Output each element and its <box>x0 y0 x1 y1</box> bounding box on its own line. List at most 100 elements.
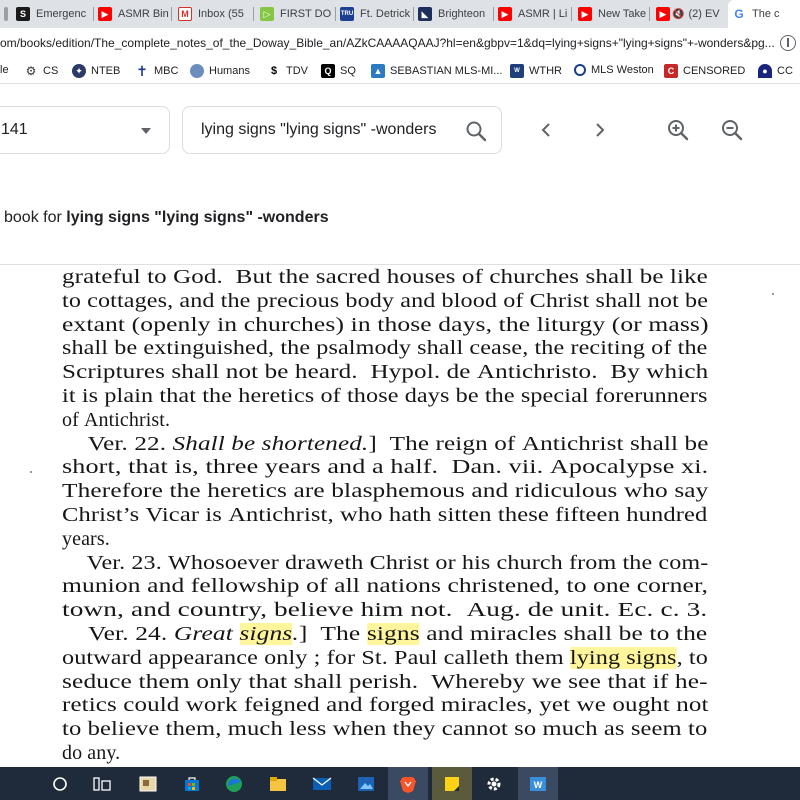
search-results-summary: book for lying signs "lying signs" -wond… <box>4 209 329 227</box>
bookmark-label: SEBASTIAN MLS-MI... <box>390 65 503 77</box>
taskbar-edge[interactable] <box>214 767 254 800</box>
tab-title: ASMR | Li <box>518 8 568 20</box>
browser-tab[interactable]: TRU Ft. Detrick <box>336 0 414 28</box>
bookmark-item[interactable]: $ TDV <box>267 64 308 78</box>
browser-tab[interactable]: ▷ FIRST DO <box>256 0 336 28</box>
task-view-icon <box>93 776 111 791</box>
scan-text-segment: Ver. 24. <box>62 623 174 645</box>
bookmark-item[interactable]: le <box>0 64 9 76</box>
store-icon <box>185 776 199 791</box>
bookmark-item[interactable]: MLS Weston <box>574 64 654 76</box>
s-logo-icon: S <box>16 7 30 21</box>
google-icon: G <box>732 7 746 21</box>
zoom-out-button[interactable] <box>716 114 748 146</box>
scan-text-segment: retics could work feigned and forged mir… <box>62 694 709 717</box>
taskbar-mail[interactable] <box>302 767 342 800</box>
taskbar-sticky-notes[interactable] <box>432 767 472 800</box>
chevron-right-icon <box>596 123 605 137</box>
bookmark-item[interactable]: ⚙ CS <box>24 64 59 78</box>
browser-tab[interactable]: ▶ ASMR Bin <box>94 0 172 28</box>
browser-tab[interactable] <box>0 0 10 28</box>
youtube-icon: ▶ <box>578 7 592 21</box>
search-query-text[interactable]: lying signs "lying signs" -wonders <box>201 121 467 139</box>
scan-text-line: extant (openly in churches) in those day… <box>62 313 709 337</box>
scan-text-segment: extant (openly in churches) in those day… <box>62 313 709 336</box>
tab-strip: S Emergenc ▶ ASMR Bin M Inbox (55 ▷ FIRS… <box>0 0 800 28</box>
scan-text-line: years. <box>62 527 110 551</box>
url-text[interactable]: om/books/edition/The_complete_notes_of_t… <box>0 36 780 50</box>
bookmark-item[interactable]: C CENSORED <box>664 64 745 78</box>
tab-edge-icon <box>4 7 8 21</box>
search-highlight: signs <box>239 623 293 645</box>
scan-text-segment: short, that is, three years and a half. … <box>62 456 709 479</box>
page-select[interactable]: 141 <box>0 106 170 154</box>
brave-icon <box>400 776 416 793</box>
scan-text-segment: to cottages, and the precious body and b… <box>62 289 709 312</box>
bookmark-label: MBC <box>154 65 179 77</box>
next-page-button[interactable] <box>584 114 616 146</box>
taskbar-store[interactable] <box>172 767 212 800</box>
bookmark-item[interactable]: ✝ MBC <box>135 63 179 79</box>
browser-tab[interactable]: ◣ Brighteon <box>414 0 494 28</box>
bookmark-label: CENSORED <box>683 65 746 77</box>
chevron-left-icon <box>541 123 550 137</box>
wthr-icon: W <box>510 64 524 78</box>
bookmark-item[interactable]: ✦ NTEB <box>72 64 120 78</box>
censored-icon: C <box>664 64 678 78</box>
results-prefix: book for <box>4 209 62 226</box>
browser-tab[interactable]: M Inbox (55 <box>174 0 254 28</box>
bookmark-label: MLS Weston <box>591 64 654 76</box>
taskbar-visual-studio[interactable]: W <box>518 767 558 800</box>
scan-text-segment: Great <box>173 623 240 645</box>
scan-text-line: outward appearance only ; for St. Paul c… <box>62 646 708 670</box>
scan-text-segment: outward appearance only ; for St. Paul c… <box>62 646 570 669</box>
scan-text-line: Christ’s Vicar is Antichrist, who hath s… <box>62 503 707 527</box>
scan-speck <box>30 471 32 473</box>
scan-text-line: Scriptures shall not be heard. Hypol. de… <box>62 360 708 384</box>
bookmark-item[interactable]: ▲ SEBASTIAN MLS-MI... <box>371 64 502 78</box>
bookmark-item[interactable]: ● CC <box>758 64 793 78</box>
taskbar-app[interactable] <box>128 767 168 800</box>
scan-text-segment: Ver. 22. <box>62 432 173 455</box>
bookmark-item[interactable]: W WTHR <box>510 64 562 78</box>
sticky-notes-icon <box>445 776 459 791</box>
scan-text-line: town, and country, believe him not. Aug.… <box>62 598 707 622</box>
scan-text-line: munion and fellowship of all nations chr… <box>62 574 708 598</box>
browser-tab[interactable]: ▶ ASMR | Li <box>494 0 572 28</box>
bookmark-label: SQ <box>340 65 356 77</box>
youtube-icon: ▶ <box>656 7 670 21</box>
bookmark-item[interactable]: Q SQ <box>321 64 356 78</box>
zoom-in-icon <box>668 120 689 141</box>
cc-icon: ● <box>758 64 772 78</box>
scan-text-segment: ] The reign of Antichrist shall be <box>368 432 709 455</box>
scan-text-line: Ver. 22. Shall be shortened.] The reign … <box>62 432 709 456</box>
scan-text-segment: Ver. 23. Whosoever draweth Christ or his… <box>62 551 709 574</box>
q-icon: Q <box>321 64 335 78</box>
start-circle-icon <box>53 776 67 791</box>
taskbar-settings[interactable] <box>474 767 514 800</box>
browser-tab[interactable]: ▶ New Take <box>574 0 650 28</box>
task-view-button[interactable] <box>82 767 122 800</box>
muted-icon[interactable]: 🔇 <box>672 9 684 20</box>
extension-icon[interactable] <box>780 35 796 51</box>
start-button[interactable] <box>40 767 80 800</box>
taskbar-photos[interactable] <box>346 767 386 800</box>
tab-title: Emergenc <box>36 8 87 20</box>
scan-text-segment: town, and country, believe him not. Aug.… <box>62 599 708 622</box>
search-in-book-input[interactable]: lying signs "lying signs" -wonders <box>182 106 502 154</box>
zoom-in-button[interactable] <box>662 114 694 146</box>
scan-text-line: short, that is, three years and a half. … <box>62 455 708 479</box>
previous-page-button[interactable] <box>530 114 562 146</box>
browser-tab[interactable]: S Emergenc <box>12 0 94 28</box>
taskbar-brave[interactable] <box>388 767 428 800</box>
browser-tab-active[interactable]: G The c <box>728 0 800 28</box>
browser-tab[interactable]: ▶ 🔇 (2) EV <box>652 0 728 28</box>
mls-icon: ▲ <box>371 64 385 78</box>
address-bar[interactable]: om/books/edition/The_complete_notes_of_t… <box>0 28 800 60</box>
taskbar-file-explorer[interactable] <box>258 767 298 800</box>
search-icon[interactable] <box>465 120 487 147</box>
scan-text-segment: to believe them, much less when they can… <box>62 718 708 741</box>
bookmark-item[interactable]: Humans <box>190 64 250 78</box>
scan-text-segment: of Antichrist. <box>62 408 171 431</box>
scan-text-segment: Therefore the heretics are blasphemous a… <box>62 480 709 503</box>
